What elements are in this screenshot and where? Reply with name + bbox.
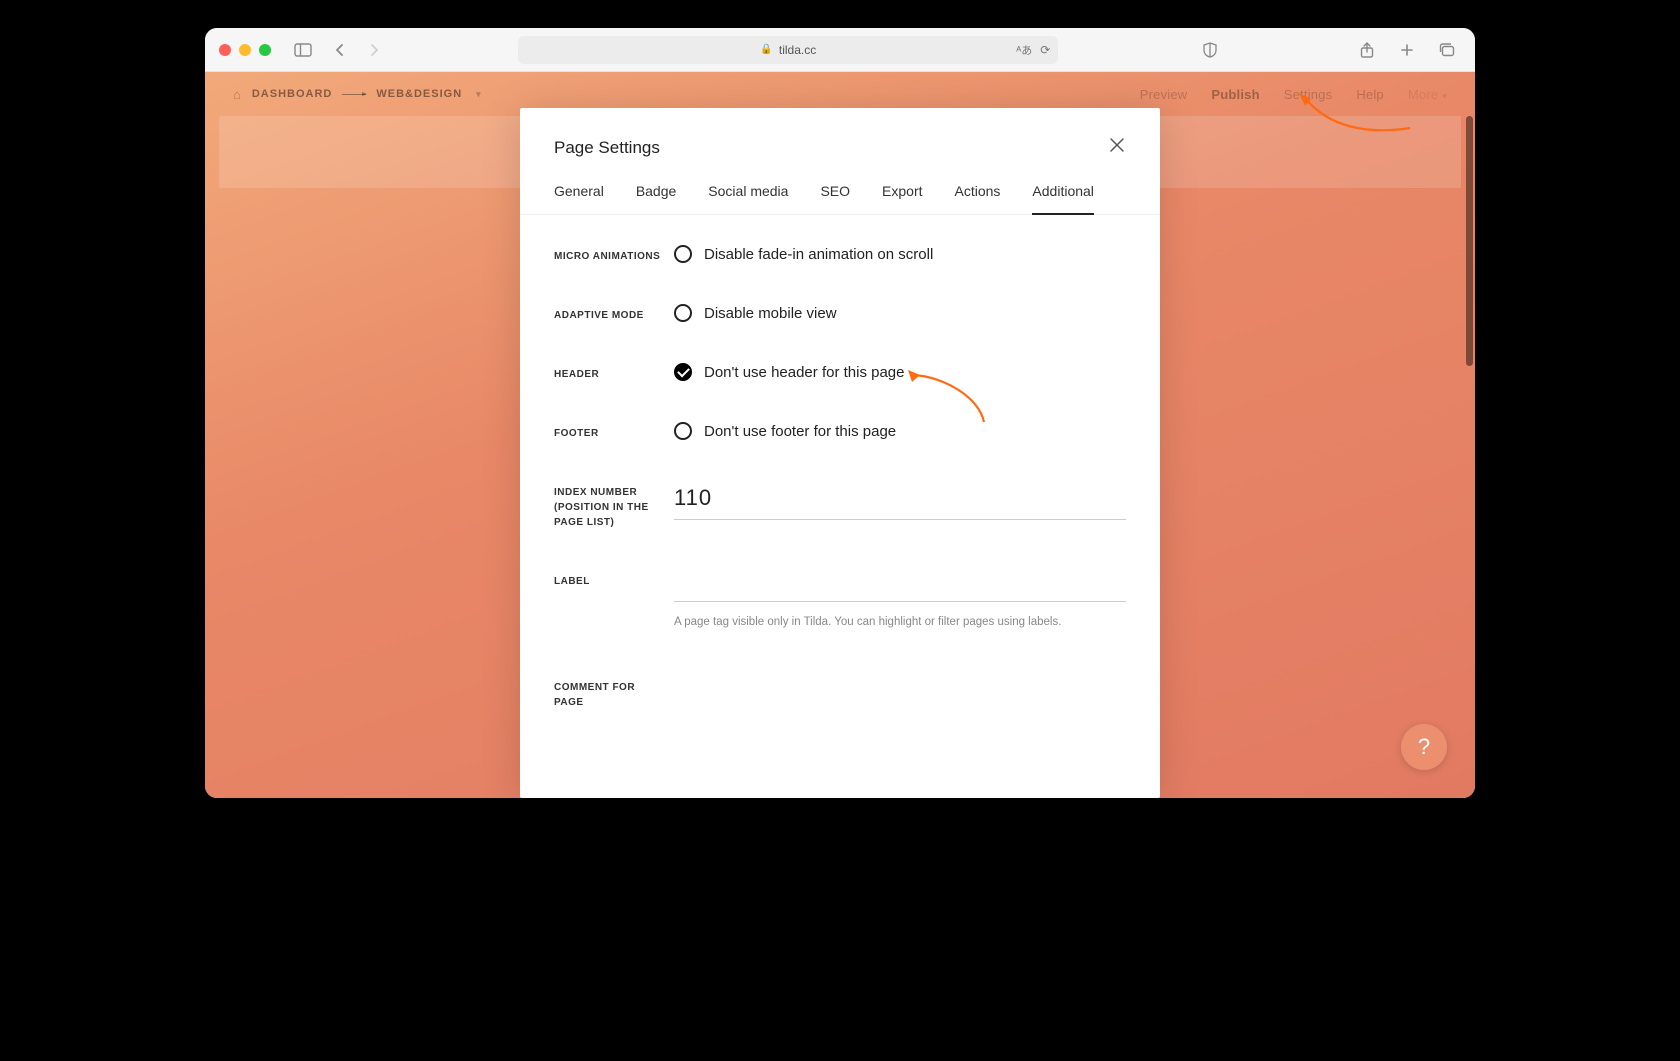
checkbox-label: Disable mobile view [704, 305, 837, 322]
label-index-number: INDEX NUMBER (POSITION IN THE PAGE LIST) [554, 481, 674, 530]
new-tab-icon[interactable] [1393, 38, 1421, 62]
row-comments: COMMENT FOR PAGE [554, 676, 1126, 710]
label-comments: COMMENT FOR PAGE [554, 676, 674, 710]
browser-window: 🔒 tilda.cc ᴬあ ⟳ ⌂ DAS [205, 28, 1475, 798]
modal-header: Page Settings [520, 108, 1160, 173]
row-header: HEADER Don't use header for this page [554, 363, 1126, 382]
label-adaptive-mode: ADAPTIVE MODE [554, 304, 674, 323]
nav-forward-button[interactable] [361, 38, 389, 62]
window-zoom-button[interactable] [259, 44, 271, 56]
checkbox-label: Don't use footer for this page [704, 423, 896, 440]
tabs-overview-icon[interactable] [1433, 38, 1461, 62]
label-input[interactable] [674, 570, 1126, 602]
row-micro-animations: MICRO ANIMATIONS Disable fade-in animati… [554, 245, 1126, 264]
nav-publish[interactable]: Publish [1211, 87, 1259, 102]
label-header: HEADER [554, 363, 674, 382]
modal-close-button[interactable] [1108, 136, 1126, 159]
nav-more[interactable]: More▾ [1408, 87, 1447, 102]
breadcrumb-project[interactable]: WEB&DESIGN [376, 88, 462, 100]
window-close-button[interactable] [219, 44, 231, 56]
reload-icon[interactable]: ⟳ [1040, 43, 1050, 57]
checkbox-no-header[interactable]: Don't use header for this page [674, 363, 1126, 381]
label-label: LABEL [554, 570, 674, 589]
row-label: LABEL A page tag visible only in Tilda. … [554, 570, 1126, 630]
sidebar-toggle-icon[interactable] [289, 38, 317, 62]
row-adaptive-mode: ADAPTIVE MODE Disable mobile view [554, 304, 1126, 323]
nav-settings[interactable]: Settings [1284, 87, 1333, 102]
question-icon: ? [1418, 734, 1430, 760]
checkbox-disable-fadein[interactable]: Disable fade-in animation on scroll [674, 245, 1126, 263]
translate-icon[interactable]: ᴬあ [1016, 42, 1032, 58]
checkbox-icon [674, 422, 692, 440]
app-nav: Preview Publish Settings Help More▾ [1140, 87, 1447, 102]
browser-toolbar: 🔒 tilda.cc ᴬあ ⟳ [205, 28, 1475, 72]
label-footer: FOOTER [554, 422, 674, 441]
help-fab-button[interactable]: ? [1401, 724, 1447, 770]
chevron-down-icon[interactable]: ▾ [476, 89, 482, 100]
home-icon[interactable]: ⌂ [233, 87, 242, 102]
window-minimize-button[interactable] [239, 44, 251, 56]
row-footer: FOOTER Don't use footer for this page [554, 422, 1126, 441]
checkbox-label: Don't use header for this page [704, 364, 905, 381]
chevron-down-icon: ▾ [1442, 91, 1447, 101]
tab-general[interactable]: General [554, 173, 604, 214]
tab-social-media[interactable]: Social media [708, 173, 788, 214]
checkbox-disable-mobile[interactable]: Disable mobile view [674, 304, 1126, 322]
address-bar[interactable]: 🔒 tilda.cc ᴬあ ⟳ [518, 36, 1058, 64]
tab-export[interactable]: Export [882, 173, 922, 214]
modal-title: Page Settings [554, 138, 660, 158]
tab-actions[interactable]: Actions [955, 173, 1001, 214]
checkbox-icon [674, 304, 692, 322]
breadcrumb-arrow-icon [342, 94, 366, 95]
share-icon[interactable] [1353, 38, 1381, 62]
checkbox-no-footer[interactable]: Don't use footer for this page [674, 422, 1126, 440]
tab-seo[interactable]: SEO [820, 173, 850, 214]
browser-right-controls [1353, 38, 1461, 62]
checkbox-checked-icon [674, 363, 692, 381]
checkbox-icon [674, 245, 692, 263]
label-hint: A page tag visible only in Tilda. You ca… [674, 614, 1126, 630]
address-bar-right: ᴬあ ⟳ [1016, 42, 1050, 58]
index-number-input[interactable] [674, 481, 1126, 520]
tab-badge[interactable]: Badge [636, 173, 676, 214]
page-settings-modal: Page Settings General Badge Social media… [520, 108, 1160, 798]
nav-back-button[interactable] [325, 38, 353, 62]
url-host: tilda.cc [779, 43, 816, 57]
label-micro-animations: MICRO ANIMATIONS [554, 245, 674, 264]
vertical-scrollbar[interactable] [1466, 116, 1473, 366]
lock-icon: 🔒 [760, 44, 772, 55]
nav-preview[interactable]: Preview [1140, 87, 1188, 102]
app-viewport: ⌂ DASHBOARD WEB&DESIGN ▾ Preview Publish… [205, 72, 1475, 798]
window-controls [219, 44, 271, 56]
breadcrumb-dashboard[interactable]: DASHBOARD [252, 88, 333, 100]
tab-additional[interactable]: Additional [1032, 173, 1094, 215]
checkbox-label: Disable fade-in animation on scroll [704, 246, 933, 263]
row-index-number: INDEX NUMBER (POSITION IN THE PAGE LIST) [554, 481, 1126, 530]
shield-icon[interactable] [1196, 38, 1224, 62]
nav-help[interactable]: Help [1356, 87, 1384, 102]
modal-tabs: General Badge Social media SEO Export Ac… [520, 173, 1160, 215]
modal-body: MICRO ANIMATIONS Disable fade-in animati… [520, 215, 1160, 798]
breadcrumb: ⌂ DASHBOARD WEB&DESIGN ▾ [233, 87, 482, 102]
